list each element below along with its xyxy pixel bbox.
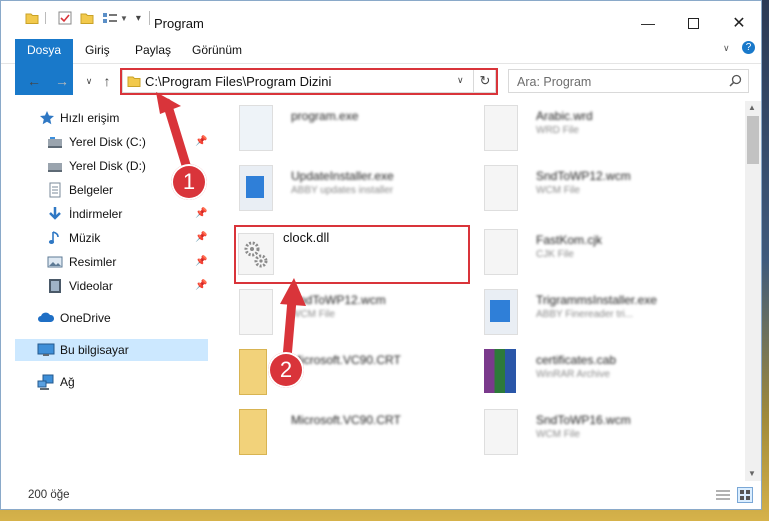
- arrowhead: [156, 92, 181, 114]
- annotation-arrows: [156, 92, 306, 363]
- step-badge-2: 2: [268, 352, 304, 388]
- arrowhead: [280, 278, 306, 306]
- arrow-to-clock-dll: [282, 295, 297, 363]
- step-badge-1: 1: [171, 164, 207, 200]
